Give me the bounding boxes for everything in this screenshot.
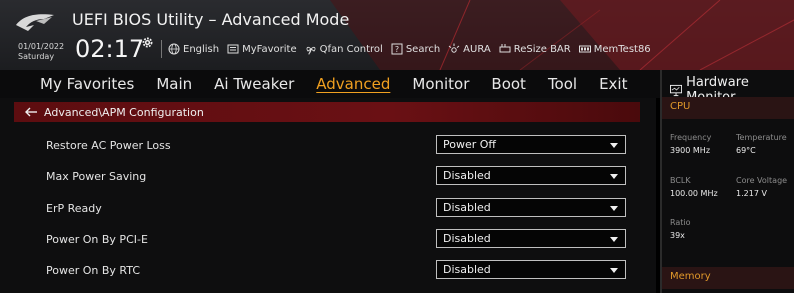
- cpu-frequency: Frequency 3900 MHz: [670, 131, 711, 157]
- metric-value: 39x: [670, 231, 685, 240]
- setting-power-on-by-pci-e[interactable]: Power On By PCI-E Disabled: [14, 226, 640, 257]
- clock-time: 02:17: [75, 35, 145, 63]
- chevron-down-icon: [610, 174, 618, 179]
- resize-bar-label: ReSize BAR: [513, 43, 571, 55]
- aura-label: AURA: [463, 43, 491, 55]
- header-toolbar: English MyFavorite Qfan Control ? Search…: [168, 40, 659, 58]
- myfavorite-button[interactable]: MyFavorite: [227, 43, 297, 55]
- tab-tool[interactable]: Tool: [537, 75, 588, 93]
- date-display: 01/01/2022 Saturday: [18, 42, 64, 62]
- cpu-section-label: CPU: [670, 101, 691, 112]
- chevron-down-icon: [610, 206, 618, 211]
- language-button[interactable]: English: [168, 43, 219, 55]
- aura-icon: [448, 43, 460, 53]
- search-button[interactable]: ? Search: [391, 43, 440, 55]
- breadcrumb[interactable]: Advanced\APM Configuration: [14, 102, 640, 122]
- app-title: UEFI BIOS Utility – Advanced Mode: [72, 10, 350, 29]
- erp-ready-select[interactable]: Disabled: [436, 198, 626, 217]
- setting-label: ErP Ready: [46, 202, 102, 215]
- favorite-list-icon: [227, 44, 239, 54]
- resize-bar-button[interactable]: ReSize BAR: [499, 43, 571, 55]
- select-value: Disabled: [443, 201, 491, 214]
- metric-label: Frequency: [670, 133, 712, 142]
- chevron-down-icon: [610, 237, 618, 242]
- memtest-button[interactable]: MemTest86: [578, 43, 651, 55]
- cpu-ratio: Ratio 39x: [670, 216, 691, 242]
- select-value: Disabled: [443, 263, 491, 276]
- main-navigation: My Favorites Main Ai Tweaker Advanced Mo…: [0, 70, 660, 98]
- settings-panel: Advanced\APM Configuration Restore AC Po…: [0, 98, 656, 293]
- setting-restore-ac-power-loss[interactable]: Restore AC Power Loss Power Off: [14, 132, 640, 163]
- hardware-monitor-panel: Hardware Monitor CPU Frequency 3900 MHz …: [660, 70, 794, 293]
- qfan-control-label: Qfan Control: [319, 43, 383, 55]
- language-label: English: [183, 43, 220, 55]
- max-power-saving-select[interactable]: Disabled: [436, 166, 626, 185]
- setting-label: Power On By RTC: [46, 264, 141, 277]
- aura-button[interactable]: AURA: [448, 43, 491, 55]
- cpu-section-header: CPU: [662, 97, 794, 119]
- tab-advanced[interactable]: Advanced: [305, 75, 401, 93]
- date-text: 01/01/2022: [18, 42, 65, 51]
- tab-boot[interactable]: Boot: [480, 75, 537, 93]
- cpu-temperature: Temperature 69°C: [736, 131, 787, 157]
- myfavorite-label: MyFavorite: [242, 43, 297, 55]
- setting-label: Restore AC Power Loss: [46, 139, 171, 152]
- qfan-control-button[interactable]: Qfan Control: [305, 43, 383, 55]
- search-label: Search: [405, 43, 441, 55]
- cpu-core-voltage: Core Voltage 1.217 V: [736, 174, 787, 200]
- metric-value: 3900 MHz: [670, 146, 711, 155]
- tab-ai-tweaker[interactable]: Ai Tweaker: [203, 75, 305, 93]
- metric-label: Temperature: [736, 133, 787, 142]
- setting-erp-ready[interactable]: ErP Ready Disabled: [14, 195, 640, 226]
- metric-label: BCLK: [670, 176, 691, 185]
- setting-max-power-saving[interactable]: Max Power Saving Disabled: [14, 163, 640, 194]
- cpu-bclk: BCLK 100.00 MHz: [670, 174, 718, 200]
- chevron-down-icon: [610, 143, 618, 148]
- metric-label: Ratio: [670, 218, 691, 227]
- tab-main[interactable]: Main: [145, 75, 203, 93]
- tab-monitor[interactable]: Monitor: [401, 75, 480, 93]
- metric-value: 100.00 MHz: [670, 189, 718, 198]
- tab-my-favorites[interactable]: My Favorites: [0, 75, 145, 93]
- memory-section-header: Memory: [662, 267, 794, 289]
- monitor-icon: [670, 84, 683, 96]
- select-value: Disabled: [443, 232, 491, 245]
- gear-icon[interactable]: [141, 36, 154, 49]
- setting-label: Max Power Saving: [46, 170, 147, 183]
- svg-text:?: ?: [395, 45, 399, 54]
- setting-label: Power On By PCI-E: [46, 233, 148, 246]
- rog-logo-icon: [16, 14, 54, 31]
- metric-value: 1.217 V: [736, 189, 767, 198]
- chevron-down-icon: [610, 268, 618, 273]
- power-on-by-pci-e-select[interactable]: Disabled: [436, 229, 626, 248]
- metric-label: Core Voltage: [736, 176, 788, 185]
- tab-exit[interactable]: Exit: [588, 75, 638, 93]
- memory-section-label: Memory: [670, 271, 711, 282]
- back-arrow-icon[interactable]: [24, 106, 38, 118]
- metric-value: 69°C: [736, 146, 756, 155]
- fan-icon: [306, 46, 316, 55]
- header-bar: UEFI BIOS Utility – Advanced Mode 01/01/…: [0, 0, 794, 70]
- power-on-by-rtc-select[interactable]: Disabled: [436, 260, 626, 279]
- globe-icon: [168, 43, 180, 55]
- search-help-icon: ?: [391, 43, 403, 55]
- select-value: Power Off: [443, 138, 496, 151]
- restore-ac-power-loss-select[interactable]: Power Off: [436, 135, 626, 154]
- breadcrumb-path: Advanced\APM Configuration: [44, 105, 204, 119]
- memtest-icon: [578, 45, 591, 53]
- day-text: Saturday: [18, 52, 55, 61]
- memtest-label: MemTest86: [593, 43, 651, 55]
- select-value: Disabled: [443, 169, 491, 182]
- header-divider: [161, 40, 162, 58]
- resize-bar-icon: [499, 44, 511, 53]
- setting-power-on-by-rtc[interactable]: Power On By RTC Disabled: [14, 257, 640, 288]
